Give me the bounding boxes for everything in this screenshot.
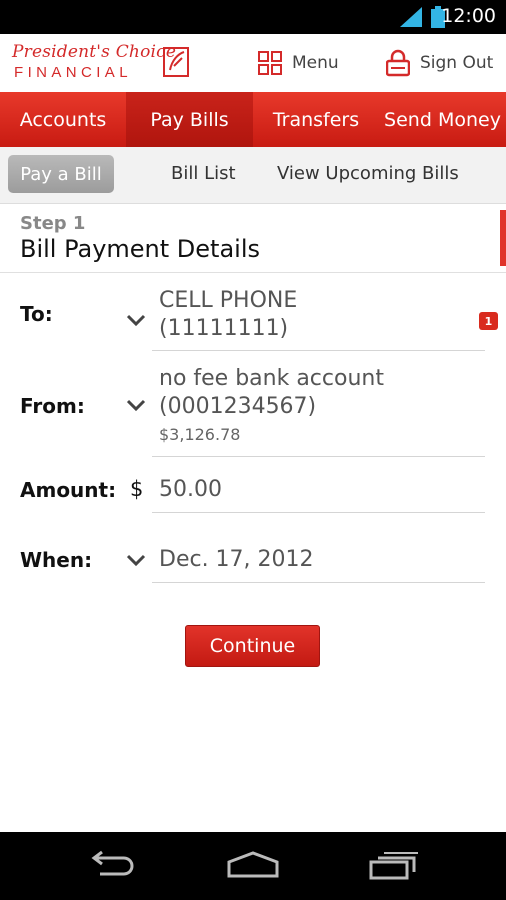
step-label: Step 1 xyxy=(20,213,86,234)
tab-label: Accounts xyxy=(19,108,107,131)
account-number: (0001234567) xyxy=(159,394,317,419)
pc-financial-logo: President's Choice FINANCIAL xyxy=(12,42,192,86)
amount-label: Amount: xyxy=(20,478,117,502)
chevron-down-icon[interactable] xyxy=(126,313,146,327)
logo-script: President's Choice xyxy=(12,42,177,62)
tab-transfers[interactable]: Transfers xyxy=(253,92,379,147)
tab-pay-bills[interactable]: Pay Bills xyxy=(126,92,253,147)
back-icon[interactable] xyxy=(86,850,136,880)
signal-icon xyxy=(400,7,422,27)
tab-accounts[interactable]: Accounts xyxy=(0,92,126,147)
clock: 12:00 xyxy=(441,5,496,27)
account-balance: $3,126.78 xyxy=(159,425,241,444)
chevron-down-icon[interactable] xyxy=(126,553,146,567)
grid-menu-icon xyxy=(258,51,282,75)
chevron-down-icon[interactable] xyxy=(126,398,146,412)
continue-button[interactable]: Continue xyxy=(185,625,320,667)
menu-label: Menu xyxy=(292,53,339,73)
main-nav: Accounts Pay Bills Transfers Send Money xyxy=(0,92,506,147)
recent-apps-icon[interactable] xyxy=(368,850,420,880)
bill-list-tab[interactable]: Bill List xyxy=(171,163,236,184)
payee-name: CELL PHONE xyxy=(159,288,298,313)
status-bar: 12:00 xyxy=(0,0,506,34)
page-title: Bill Payment Details xyxy=(20,235,260,263)
tab-label: Transfers xyxy=(272,108,360,131)
logo-mark-icon xyxy=(163,47,189,77)
home-icon[interactable] xyxy=(226,850,280,880)
account-select[interactable]: no fee bank account (0001234567) $3,126.… xyxy=(152,362,485,457)
payment-date: Dec. 17, 2012 xyxy=(159,547,314,572)
menu-button[interactable]: Menu xyxy=(258,46,339,80)
amount-input[interactable]: 50.00 xyxy=(152,470,485,513)
step-marker xyxy=(500,210,506,266)
to-label: To: xyxy=(20,302,53,326)
account-name: no fee bank account xyxy=(159,366,384,391)
amount-value: 50.00 xyxy=(159,477,222,502)
payee-number: (11111111) xyxy=(159,316,289,341)
step-header: Step 1 Bill Payment Details xyxy=(0,204,506,273)
date-select[interactable]: Dec. 17, 2012 xyxy=(152,540,485,583)
tab-label: Pay Bills xyxy=(150,108,229,131)
pay-a-bill-tab[interactable]: Pay a Bill xyxy=(8,155,114,193)
view-upcoming-bills-tab[interactable]: View Upcoming Bills xyxy=(277,163,459,184)
app-header: President's Choice FINANCIAL Menu Sign O… xyxy=(0,34,506,92)
lock-icon xyxy=(386,49,410,77)
system-nav-bar xyxy=(0,832,506,900)
sign-out-button[interactable]: Sign Out xyxy=(386,46,493,80)
payee-select[interactable]: CELL PHONE (11111111) xyxy=(152,284,485,351)
from-label: From: xyxy=(20,394,85,418)
currency-symbol: $ xyxy=(130,477,144,501)
logo-word: FINANCIAL xyxy=(14,64,132,81)
tab-send-money[interactable]: Send Money xyxy=(379,92,506,147)
when-label: When: xyxy=(20,548,93,572)
tab-label: Send Money xyxy=(384,108,501,131)
sign-out-label: Sign Out xyxy=(420,53,494,73)
sub-nav: Pay a Bill Bill List View Upcoming Bills… xyxy=(0,147,506,330)
